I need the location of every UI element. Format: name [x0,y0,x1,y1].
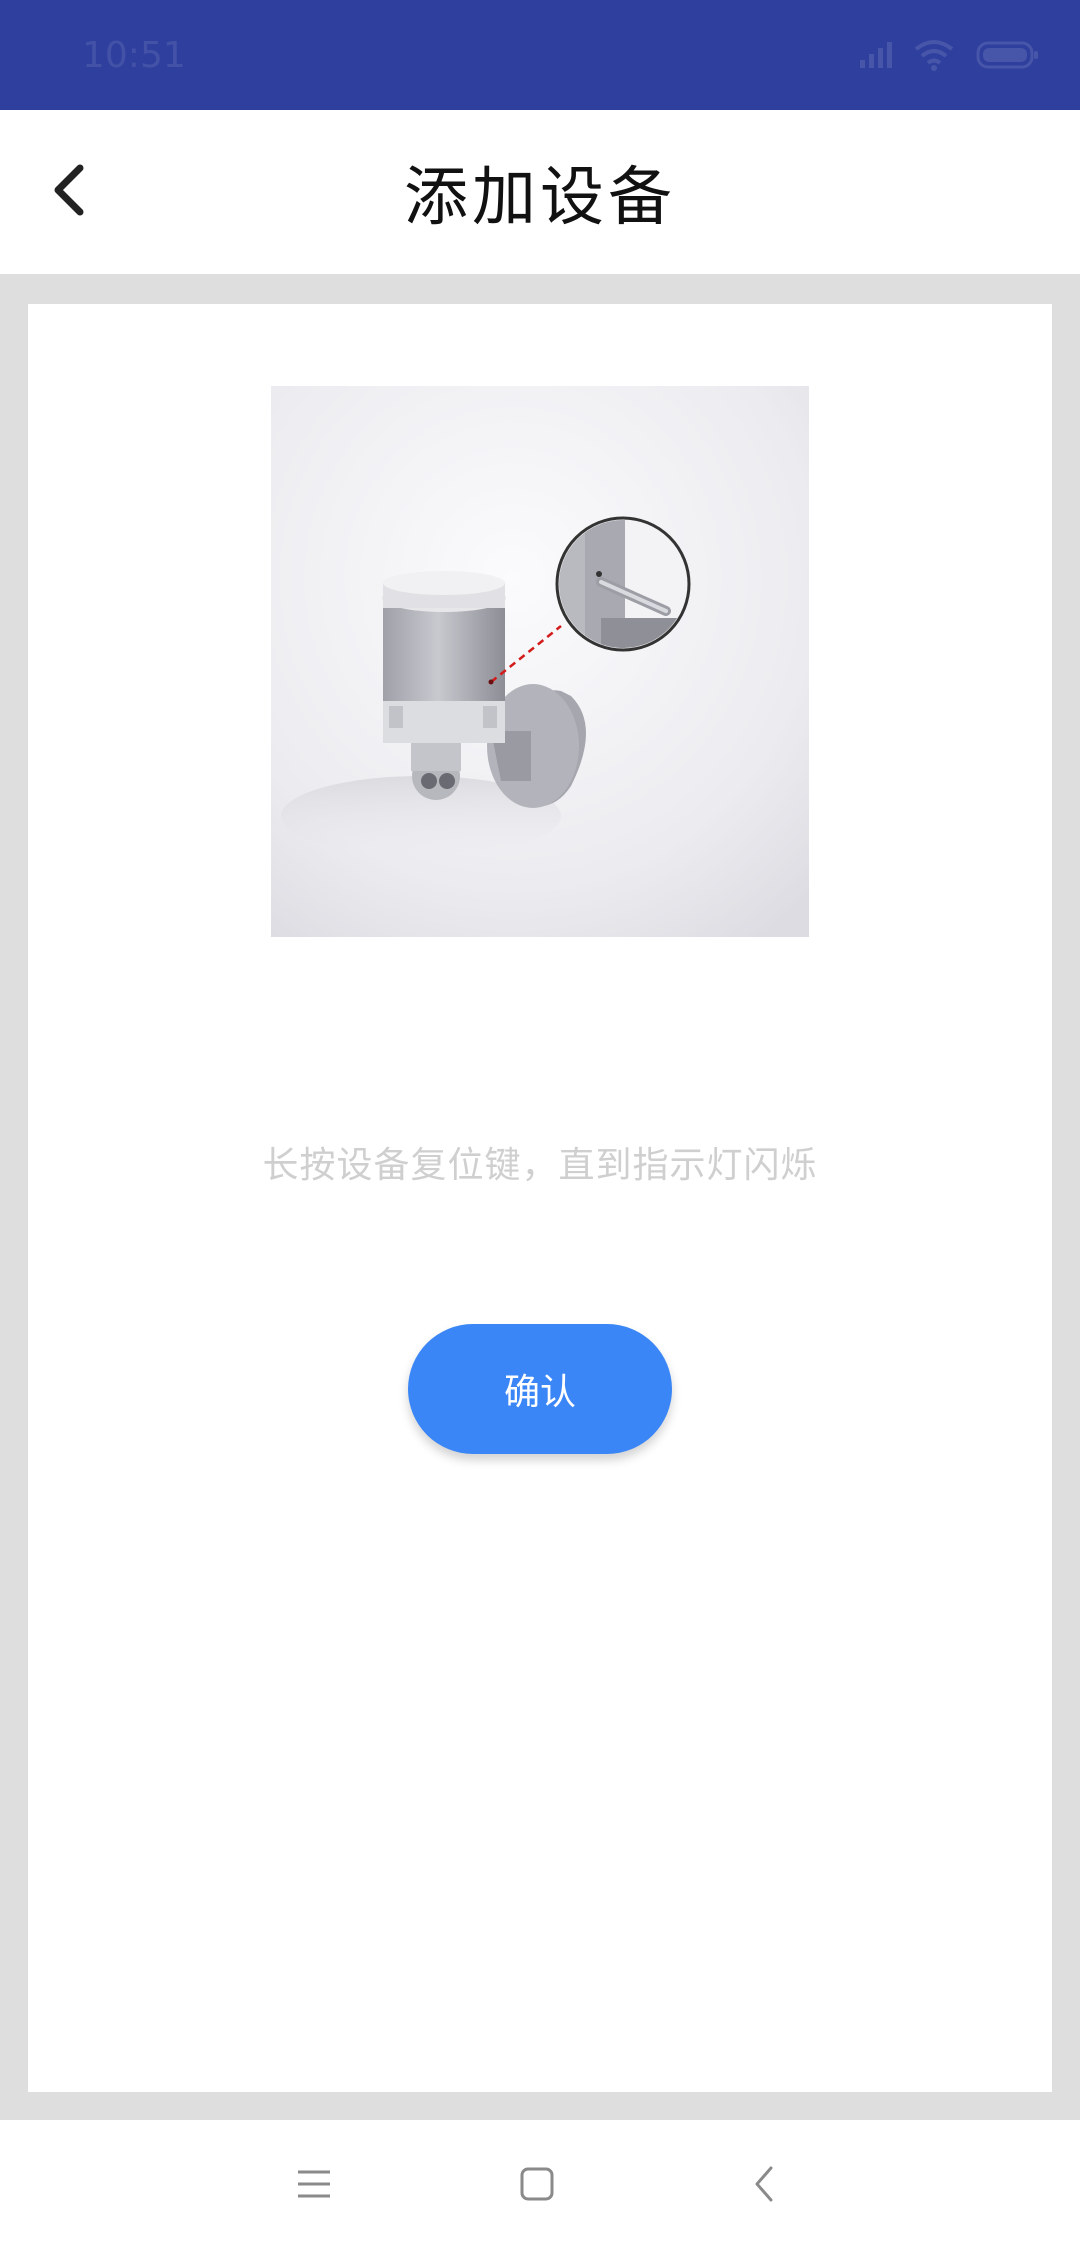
signal-icon [858,40,892,70]
instruction-text: 长按设备复位键，直到指示灯闪烁 [262,1145,818,1186]
page-title: 添加设备 [404,161,676,235]
system-nav-bar [0,2120,1080,2248]
status-time: 10:51 [82,34,186,76]
home-icon[interactable] [505,2152,569,2216]
menu-icon[interactable] [282,2152,346,2216]
status-icons [858,39,1040,71]
back-icon[interactable] [732,2152,796,2216]
status-bar: 10:51 [0,0,1080,110]
header: 添加设备 [0,110,1080,274]
battery-icon [976,40,1040,70]
instruction-card: 长按设备复位键，直到指示灯闪烁 确认 [28,304,1052,2092]
content-area: 长按设备复位键，直到指示灯闪烁 确认 [0,274,1080,2120]
wifi-icon [914,39,954,71]
device-illustration [271,386,809,937]
confirm-button[interactable]: 确认 [408,1324,672,1454]
